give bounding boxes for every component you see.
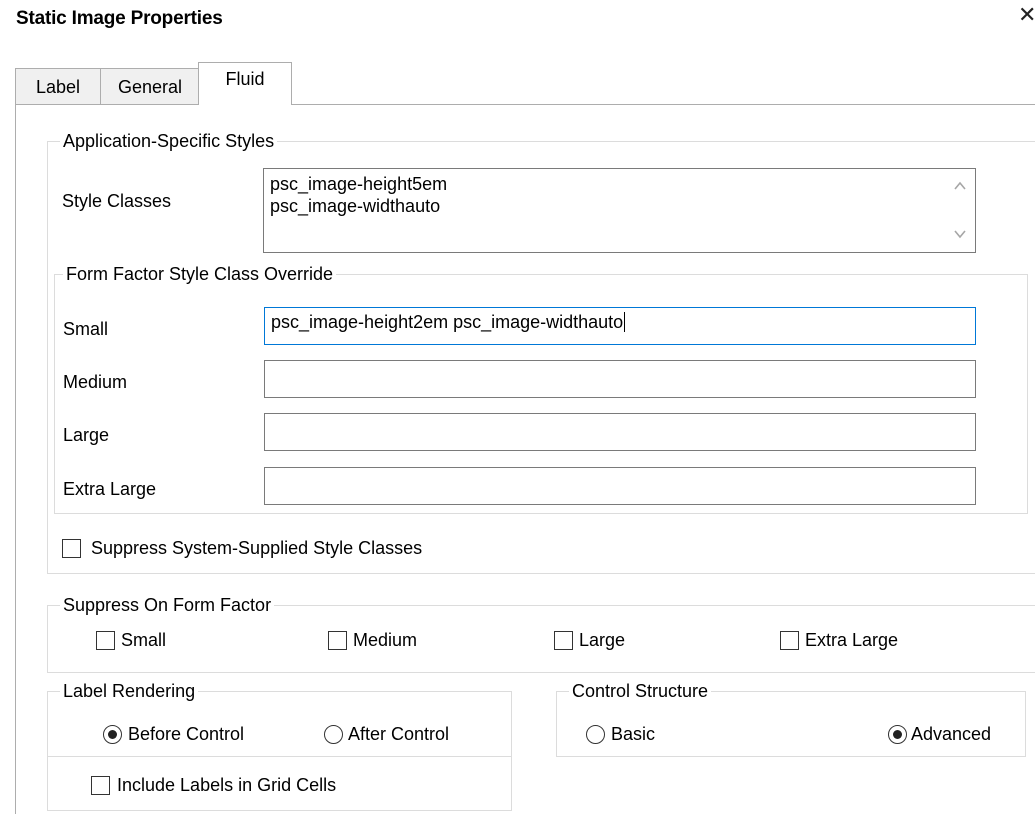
suppress-extra-large-checkbox[interactable] <box>780 631 799 650</box>
scroll-up-icon[interactable] <box>953 179 967 193</box>
form-factor-override-group: Form Factor Style Class Override Small p… <box>54 263 1028 514</box>
form-factor-override-legend: Form Factor Style Class Override <box>63 263 337 285</box>
large-style-input[interactable] <box>264 413 976 451</box>
extra-large-style-input[interactable] <box>264 467 976 505</box>
after-control-radio[interactable] <box>324 725 343 744</box>
fluid-tab-panel: Application-Specific Styles Style Classe… <box>15 104 1035 814</box>
medium-style-input[interactable] <box>264 360 976 398</box>
app-specific-styles-group: Application-Specific Styles Style Classe… <box>47 130 1035 574</box>
basic-label: Basic <box>611 724 656 744</box>
style-classes-line-2: psc_image-widthauto <box>270 196 441 216</box>
include-labels-grid-checkbox[interactable] <box>91 776 110 795</box>
tab-general-text: General <box>117 77 183 97</box>
label-rendering-divider <box>48 756 511 757</box>
style-classes-textarea[interactable]: psc_image-height5em psc_image-widthauto <box>263 168 976 253</box>
tab-fluid-text: Fluid <box>225 69 265 89</box>
suppress-extra-large-label: Extra Large <box>805 630 899 650</box>
close-icon[interactable]: ✕ <box>1018 4 1035 26</box>
suppress-small-label: Small <box>121 630 167 650</box>
advanced-radio[interactable] <box>888 725 907 744</box>
small-label: Small <box>63 319 109 339</box>
dialog-title: Static Image Properties <box>16 8 223 29</box>
before-control-radio[interactable] <box>103 725 122 744</box>
suppress-on-form-factor-legend: Suppress On Form Factor <box>60 594 275 616</box>
large-label: Large <box>63 425 110 445</box>
label-rendering-legend: Label Rendering <box>60 680 199 702</box>
suppress-system-classes-label: Suppress System-Supplied Style Classes <box>91 538 423 558</box>
small-style-input[interactable]: psc_image-height2em psc_image-widthauto <box>264 307 976 345</box>
style-classes-scrollbar[interactable] <box>945 169 975 252</box>
suppress-large-label: Large <box>579 630 626 650</box>
include-labels-grid-label: Include Labels in Grid Cells <box>117 775 337 795</box>
suppress-medium-label: Medium <box>353 630 418 650</box>
suppress-system-classes-checkbox[interactable] <box>62 539 81 558</box>
control-structure-legend: Control Structure <box>569 680 712 702</box>
app-specific-styles-legend: Application-Specific Styles <box>60 130 278 152</box>
tab-general[interactable]: General <box>100 68 200 104</box>
after-control-label: After Control <box>348 724 450 744</box>
before-control-label: Before Control <box>128 724 245 744</box>
style-classes-label: Style Classes <box>62 191 172 211</box>
suppress-on-form-factor-group: Suppress On Form Factor Small Medium Lar… <box>47 594 1035 673</box>
tab-label[interactable]: Label <box>15 68 101 104</box>
tab-fluid[interactable]: Fluid <box>198 62 292 105</box>
suppress-large-checkbox[interactable] <box>554 631 573 650</box>
medium-label: Medium <box>63 372 128 392</box>
label-rendering-group: Label Rendering Before Control After Con… <box>47 680 512 811</box>
tab-label-text: Label <box>35 77 81 97</box>
control-structure-group: Control Structure Basic Advanced <box>556 680 1026 757</box>
advanced-label: Advanced <box>911 724 992 744</box>
static-image-properties-dialog: Static Image Properties ✕ Label General … <box>0 0 1035 814</box>
text-caret <box>624 312 626 332</box>
suppress-medium-checkbox[interactable] <box>328 631 347 650</box>
scroll-down-icon[interactable] <box>953 227 967 241</box>
suppress-small-checkbox[interactable] <box>96 631 115 650</box>
extra-large-label: Extra Large <box>63 479 157 499</box>
basic-radio[interactable] <box>586 725 605 744</box>
small-style-value: psc_image-height2em psc_image-widthauto <box>271 312 624 332</box>
style-classes-line-1: psc_image-height5em <box>270 174 448 194</box>
